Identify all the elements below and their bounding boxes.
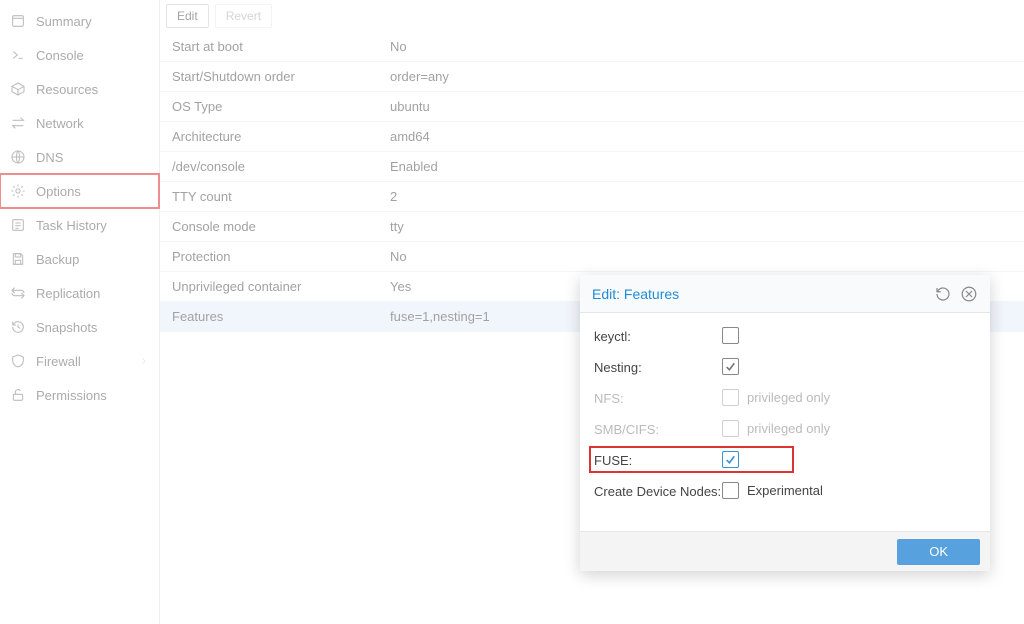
save-icon xyxy=(10,251,26,267)
dialog-header[interactable]: Edit: Features xyxy=(580,275,990,313)
table-row[interactable]: OS Type ubuntu xyxy=(160,92,1024,122)
globe-icon xyxy=(10,149,26,165)
sidebar-item-console[interactable]: Console xyxy=(0,38,159,72)
field-aux: privileged only xyxy=(747,421,830,436)
sidebar-item-backup[interactable]: Backup xyxy=(0,242,159,276)
sidebar-item-permissions[interactable]: Permissions xyxy=(0,378,159,412)
option-value: 2 xyxy=(390,189,1024,204)
sidebar-item-network[interactable]: Network xyxy=(0,106,159,140)
dialog-title: Edit: Features xyxy=(592,286,679,302)
option-key: Unprivileged container xyxy=(160,279,390,294)
option-value: No xyxy=(390,39,1024,54)
sidebar: Summary Console Resources Network DNS xyxy=(0,0,160,624)
sidebar-item-label: Console xyxy=(36,48,84,63)
option-key: Console mode xyxy=(160,219,390,234)
sidebar-item-label: Resources xyxy=(36,82,98,97)
sidebar-item-resources[interactable]: Resources xyxy=(0,72,159,106)
fuse-checkbox[interactable] xyxy=(722,451,739,468)
table-row[interactable]: /dev/console Enabled xyxy=(160,152,1024,182)
dialog-footer: OK xyxy=(580,531,990,571)
sidebar-item-label: DNS xyxy=(36,150,63,165)
table-row[interactable]: Console mode tty xyxy=(160,212,1024,242)
option-key: Protection xyxy=(160,249,390,264)
field-label: Create Device Nodes: xyxy=(594,482,722,499)
field-label: FUSE: xyxy=(594,451,722,468)
table-row[interactable]: Architecture amd64 xyxy=(160,122,1024,152)
field-keyctl: keyctl: xyxy=(594,327,976,344)
option-key: Start at boot xyxy=(160,39,390,54)
sidebar-item-label: Backup xyxy=(36,252,79,267)
option-key: TTY count xyxy=(160,189,390,204)
option-key: /dev/console xyxy=(160,159,390,174)
edit-features-dialog: Edit: Features keyctl: Nesting: xyxy=(580,275,990,571)
edit-button[interactable]: Edit xyxy=(166,4,209,28)
option-value: Enabled xyxy=(390,159,1024,174)
option-value: amd64 xyxy=(390,129,1024,144)
option-key: Start/Shutdown order xyxy=(160,69,390,84)
sidebar-item-label: Permissions xyxy=(36,388,107,403)
book-icon xyxy=(10,13,26,29)
sidebar-item-replication[interactable]: Replication xyxy=(0,276,159,310)
sidebar-item-label: Task History xyxy=(36,218,107,233)
unlock-icon xyxy=(10,387,26,403)
sidebar-item-label: Firewall xyxy=(36,354,81,369)
sidebar-item-dns[interactable]: DNS xyxy=(0,140,159,174)
option-key: Features xyxy=(160,309,390,324)
gear-icon xyxy=(10,183,26,199)
field-label: keyctl: xyxy=(594,327,722,344)
option-value: tty xyxy=(390,219,1024,234)
toolbar: Edit Revert xyxy=(160,0,1024,32)
retweet-icon xyxy=(10,285,26,301)
option-key: Architecture xyxy=(160,129,390,144)
option-key: OS Type xyxy=(160,99,390,114)
table-row[interactable]: TTY count 2 xyxy=(160,182,1024,212)
close-icon[interactable] xyxy=(960,285,978,303)
cube-icon xyxy=(10,81,26,97)
shield-icon xyxy=(10,353,26,369)
table-row[interactable]: Start/Shutdown order order=any xyxy=(160,62,1024,92)
terminal-icon xyxy=(10,47,26,63)
sidebar-item-label: Options xyxy=(36,184,81,199)
history-icon xyxy=(10,319,26,335)
exchange-icon xyxy=(10,115,26,131)
keyctl-checkbox[interactable] xyxy=(722,327,739,344)
sidebar-item-label: Replication xyxy=(36,286,100,301)
option-value: No xyxy=(390,249,1024,264)
dialog-body: keyctl: Nesting: NFS: privileged only xyxy=(580,313,990,531)
sidebar-item-label: Summary xyxy=(36,14,92,29)
revert-button[interactable]: Revert xyxy=(215,4,272,28)
field-aux: privileged only xyxy=(747,390,830,405)
field-mknod: Create Device Nodes: Experimental xyxy=(594,482,976,499)
nfs-checkbox xyxy=(722,389,739,406)
ok-button[interactable]: OK xyxy=(897,539,980,565)
mknod-checkbox[interactable] xyxy=(722,482,739,499)
option-value: ubuntu xyxy=(390,99,1024,114)
field-label: Nesting: xyxy=(594,358,722,375)
field-aux: Experimental xyxy=(747,483,823,498)
table-row[interactable]: Protection No xyxy=(160,242,1024,272)
nesting-checkbox[interactable] xyxy=(722,358,739,375)
reset-icon[interactable] xyxy=(934,285,952,303)
option-value: order=any xyxy=(390,69,1024,84)
sidebar-item-firewall[interactable]: Firewall xyxy=(0,344,159,378)
sidebar-item-snapshots[interactable]: Snapshots xyxy=(0,310,159,344)
sidebar-item-options[interactable]: Options xyxy=(0,174,159,208)
sidebar-item-label: Network xyxy=(36,116,84,131)
field-nesting: Nesting: xyxy=(594,358,976,375)
chevron-right-icon xyxy=(139,354,149,369)
field-fuse: FUSE: xyxy=(594,451,789,468)
list-icon xyxy=(10,217,26,233)
sidebar-item-summary[interactable]: Summary xyxy=(0,4,159,38)
smb-checkbox xyxy=(722,420,739,437)
table-row[interactable]: Start at boot No xyxy=(160,32,1024,62)
sidebar-item-task-history[interactable]: Task History xyxy=(0,208,159,242)
field-label: SMB/CIFS: xyxy=(594,420,722,437)
sidebar-item-label: Snapshots xyxy=(36,320,97,335)
field-label: NFS: xyxy=(594,389,722,406)
field-smb: SMB/CIFS: privileged only xyxy=(594,420,976,437)
field-nfs: NFS: privileged only xyxy=(594,389,976,406)
